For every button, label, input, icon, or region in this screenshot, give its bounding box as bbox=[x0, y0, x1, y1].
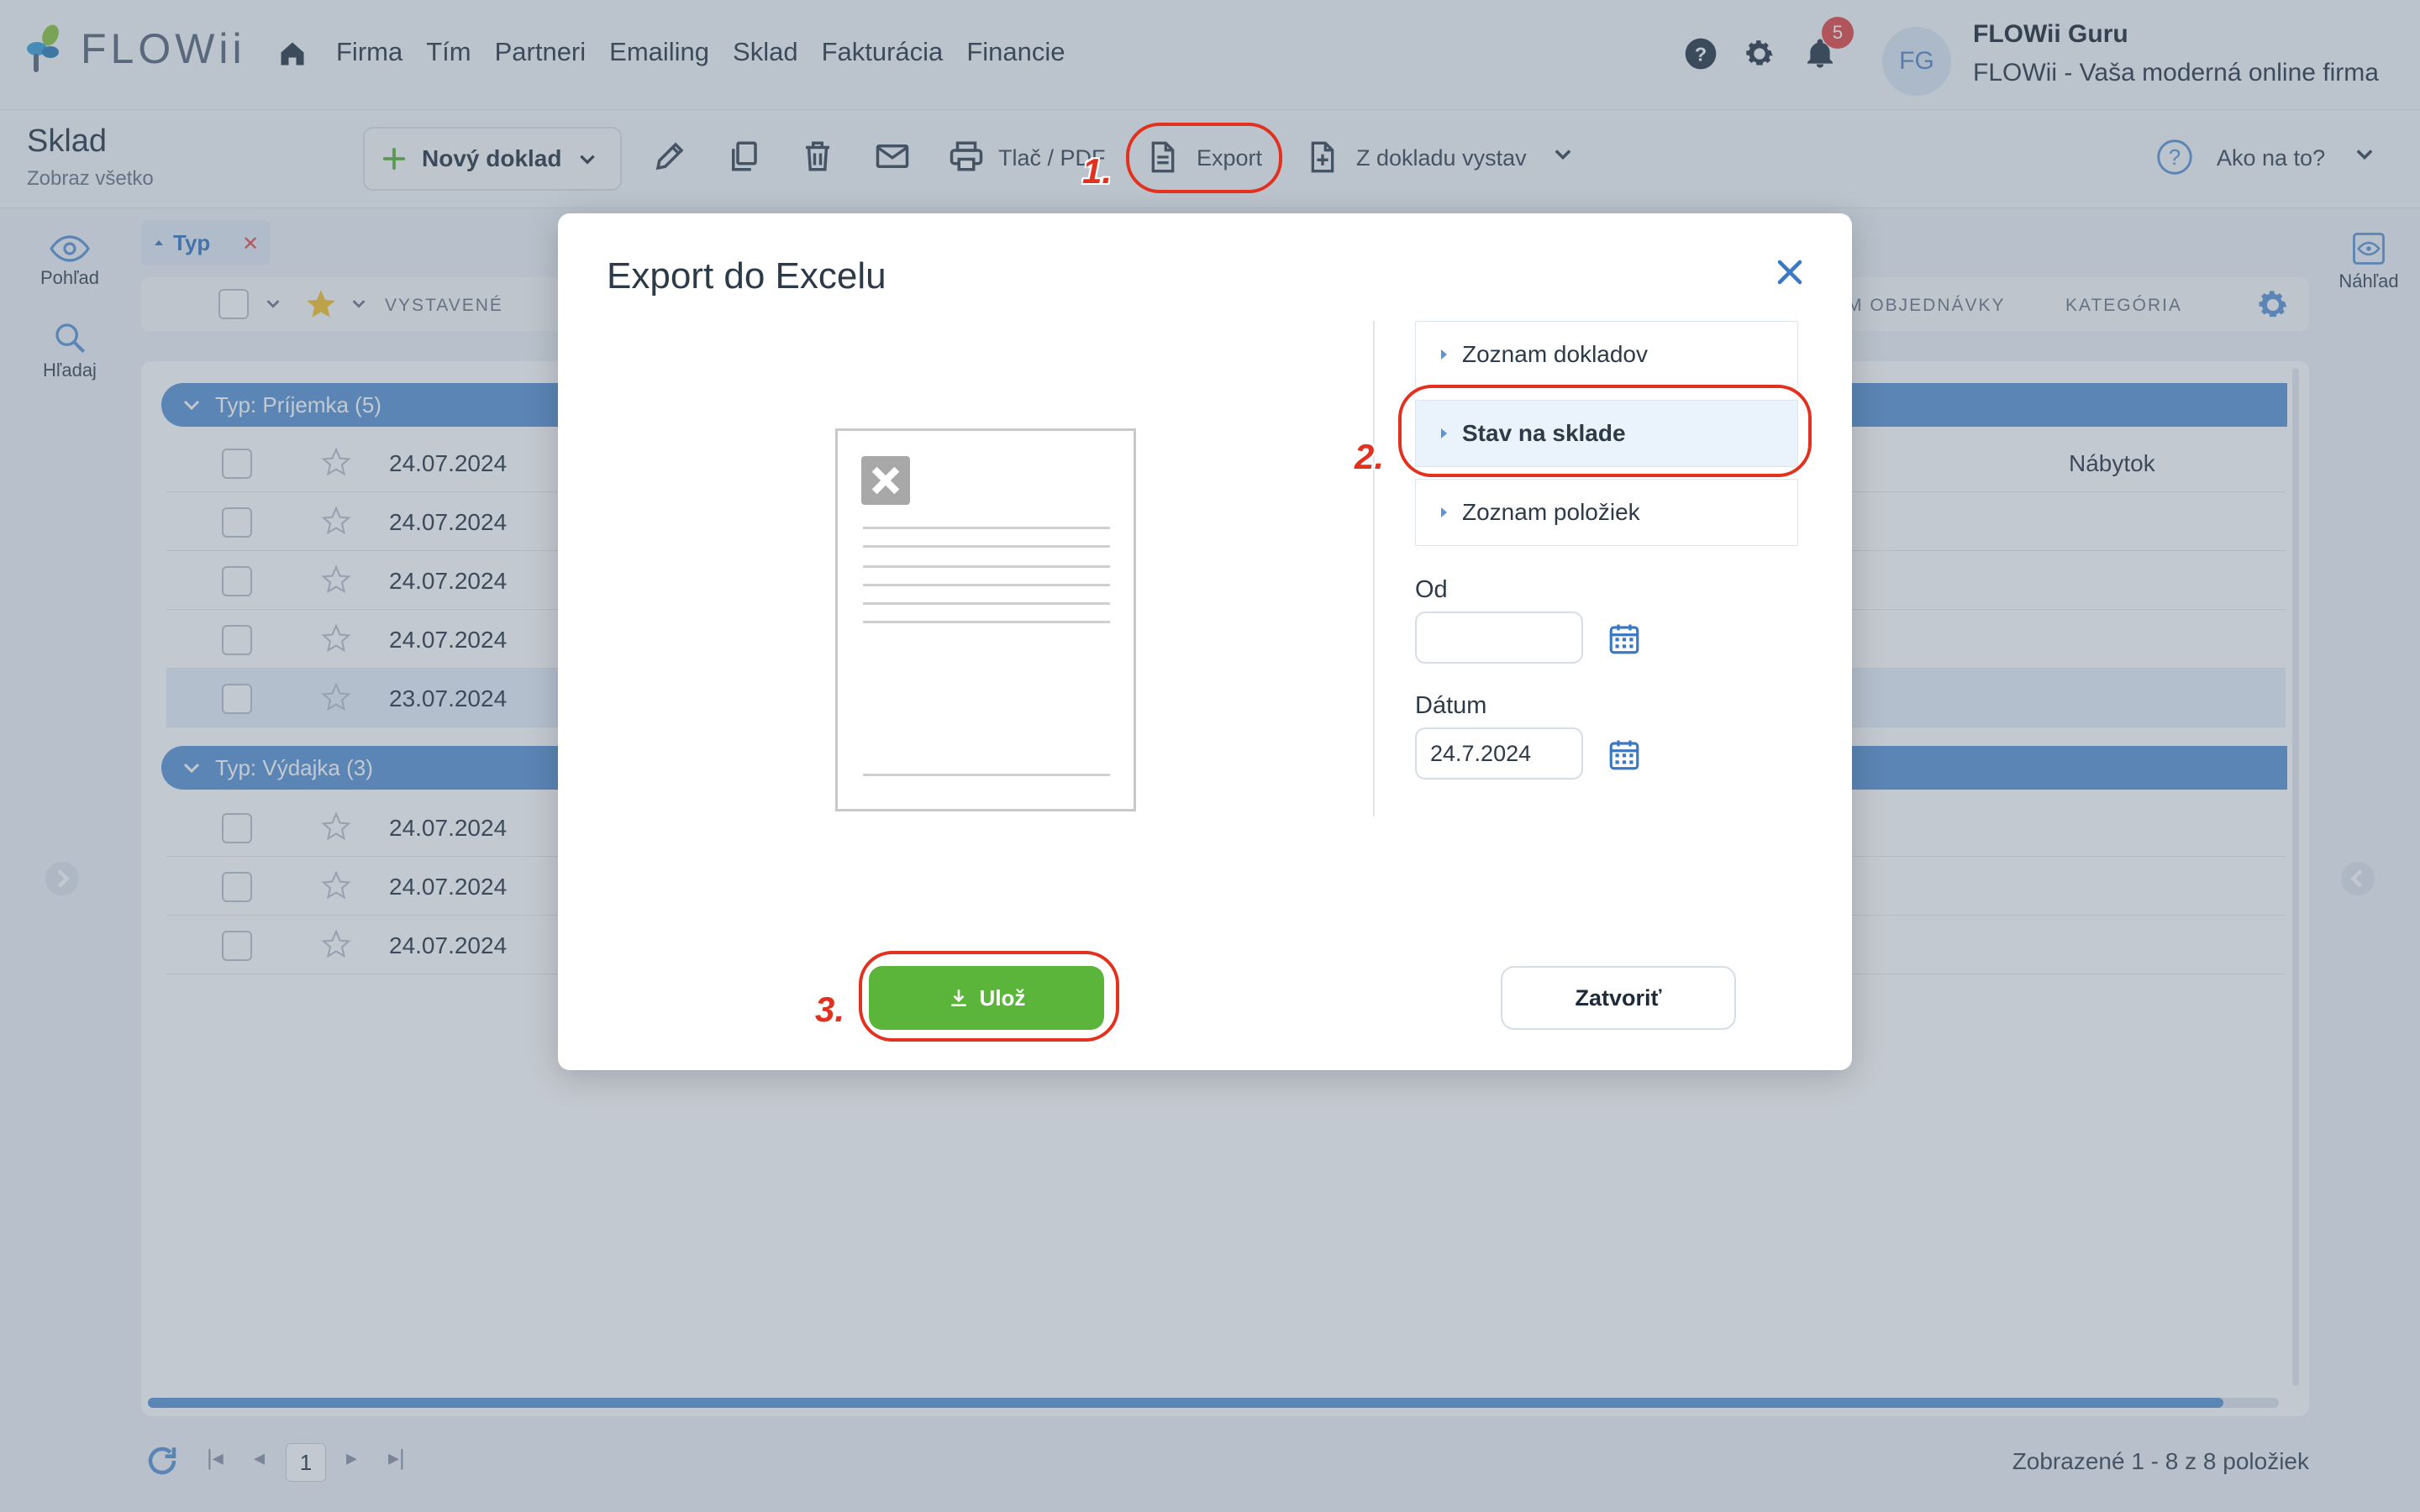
caret-right-icon bbox=[1441, 349, 1447, 360]
annotation-ring-export bbox=[1126, 123, 1282, 193]
caret-right-icon bbox=[1441, 507, 1447, 517]
calendar-icon[interactable] bbox=[1607, 622, 1642, 657]
from-date-label: Od bbox=[1415, 576, 1448, 603]
annotation-step-3: 3. bbox=[815, 990, 845, 1029]
excel-file-icon bbox=[861, 456, 910, 505]
from-date-input[interactable] bbox=[1415, 612, 1583, 664]
export-to-excel-dialog: Export do Excelu Zoznam dokladov Stav na… bbox=[558, 213, 1852, 1070]
annotation-step-2: 2. bbox=[1355, 437, 1385, 476]
date-input[interactable] bbox=[1415, 727, 1583, 780]
close-icon[interactable] bbox=[1775, 257, 1805, 287]
annotation-ring-stock-status bbox=[1398, 385, 1812, 477]
dialog-divider bbox=[1373, 321, 1375, 816]
calendar-icon[interactable] bbox=[1607, 738, 1642, 773]
export-option-item-list[interactable]: Zoznam položiek bbox=[1415, 479, 1798, 546]
date-label: Dátum bbox=[1415, 692, 1487, 719]
excel-file-preview bbox=[835, 428, 1136, 811]
close-dialog-button[interactable]: Zatvoriť bbox=[1501, 966, 1736, 1030]
dialog-title: Export do Excelu bbox=[607, 255, 886, 297]
annotation-ring-save bbox=[859, 951, 1119, 1042]
export-option-document-list[interactable]: Zoznam dokladov bbox=[1415, 321, 1798, 388]
annotation-step-1: 1. bbox=[1082, 151, 1113, 191]
export-option-label: Zoznam položiek bbox=[1462, 499, 1640, 525]
export-option-label: Zoznam dokladov bbox=[1462, 341, 1649, 367]
